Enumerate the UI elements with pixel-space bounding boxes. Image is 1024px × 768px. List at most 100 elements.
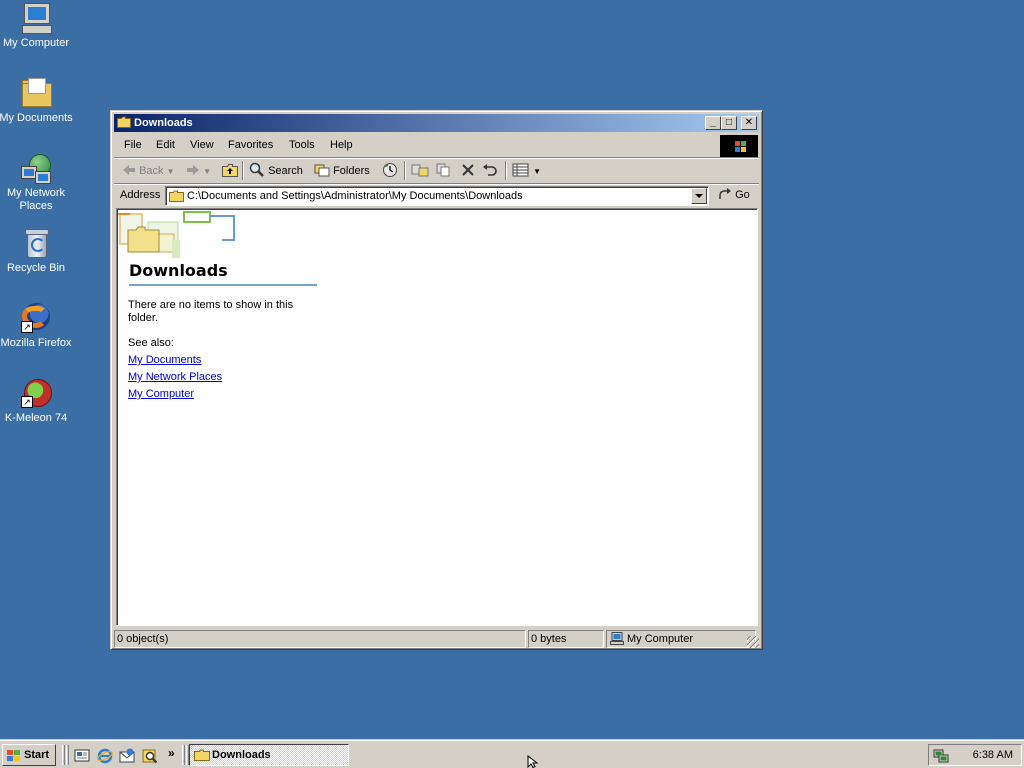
minimize-icon: _: [710, 117, 716, 128]
folders-icon: [314, 164, 330, 177]
start-label: Start: [24, 749, 50, 761]
forward-arrow-icon: [187, 165, 199, 175]
delete-button[interactable]: [461, 162, 475, 180]
folder-icon: [20, 77, 52, 109]
empty-folder-message: There are no items to show in this folde…: [128, 299, 294, 324]
quick-launch-chevron[interactable]: »: [168, 746, 175, 760]
views-icon: [512, 163, 529, 177]
system-tray: 6:38 AM: [928, 744, 1022, 766]
computer-icon: [610, 632, 624, 645]
address-value: C:\Documents and Settings\Administrator\…: [187, 190, 523, 202]
views-button[interactable]: ▼: [512, 162, 541, 180]
desktop-icon-my-computer[interactable]: My Computer: [0, 2, 74, 50]
search-icon: [249, 162, 264, 177]
address-dropdown-button[interactable]: [691, 188, 707, 204]
back-arrow-icon: [123, 165, 135, 175]
desktop-icon-k-meleon[interactable]: ↗ K-Meleon 74: [0, 377, 74, 425]
menu-tools[interactable]: Tools: [289, 139, 315, 151]
minimize-button[interactable]: _: [705, 116, 721, 130]
link-my-documents[interactable]: My Documents: [128, 354, 201, 366]
computer-icon: [20, 2, 52, 34]
recycle-bin-icon: [20, 227, 52, 259]
maximize-button[interactable]: □: [721, 116, 737, 130]
menu-help[interactable]: Help: [330, 139, 353, 151]
taskbar-button-downloads[interactable]: Downloads: [189, 744, 349, 766]
folders-button[interactable]: Folders: [314, 162, 370, 180]
link-my-network-places[interactable]: My Network Places: [128, 371, 222, 383]
folders-label: Folders: [333, 165, 370, 177]
menu-edit[interactable]: Edit: [156, 139, 175, 151]
link-my-computer[interactable]: My Computer: [128, 388, 194, 400]
folder-icon: [169, 190, 184, 202]
taskbar: Start » Downloads 6:38 AM: [0, 740, 1024, 768]
copy-to-icon: [436, 163, 450, 177]
back-button[interactable]: Back ▼: [122, 162, 175, 180]
go-label: Go: [735, 189, 750, 201]
go-arrow-icon: [719, 188, 731, 199]
copy-to-button[interactable]: [436, 162, 454, 180]
search-icon[interactable]: [142, 748, 158, 764]
search-button[interactable]: Search: [249, 162, 303, 180]
status-objects: 0 object(s): [114, 630, 526, 648]
status-size: 0 bytes: [528, 630, 604, 648]
close-button[interactable]: ✕: [741, 116, 757, 130]
delete-icon: [462, 164, 474, 176]
move-to-icon: [411, 164, 429, 177]
search-label: Search: [268, 165, 303, 177]
go-button[interactable]: Go: [718, 188, 750, 201]
explorer-window[interactable]: Downloads _ □ ✕ File Edit View Favorites…: [110, 110, 763, 650]
menu-view[interactable]: View: [190, 139, 214, 151]
desktop-icon-mozilla-firefox[interactable]: ↗ Mozilla Firefox: [0, 302, 74, 350]
desktop-icon-label: K-Meleon 74: [4, 412, 68, 424]
back-label: Back: [139, 165, 164, 177]
desktop-icon-label: Mozilla Firefox: [0, 337, 72, 349]
status-bar: 0 object(s) 0 bytes My Computer: [114, 629, 759, 648]
shortcut-arrow-icon: ↗: [21, 321, 33, 333]
history-button[interactable]: [382, 162, 398, 180]
desktop-icon-label: My Documents: [0, 112, 73, 124]
windows-logo-icon: [7, 750, 20, 761]
up-button[interactable]: [222, 162, 238, 180]
menu-file[interactable]: File: [124, 139, 142, 151]
address-bar: Address C:\Documents and Settings\Admini…: [114, 184, 759, 208]
firefox-icon: ↗: [20, 302, 52, 334]
resize-grip[interactable]: [747, 636, 759, 648]
taskbar-button-label: Downloads: [212, 749, 271, 761]
address-input[interactable]: C:\Documents and Settings\Administrator\…: [165, 186, 709, 206]
network-places-icon: [20, 152, 52, 184]
folder-banner-graphic: [118, 210, 238, 258]
desktop-icon-label: My Computer: [2, 37, 70, 49]
desktop-icon-recycle-bin[interactable]: Recycle Bin: [0, 227, 74, 275]
window-title: Downloads: [134, 117, 193, 129]
status-zone: My Computer: [606, 630, 756, 648]
clock[interactable]: 6:38 AM: [973, 749, 1013, 761]
show-desktop-icon[interactable]: [74, 748, 90, 764]
desktop-icon-label: Recycle Bin: [6, 262, 66, 274]
folder-icon: [194, 749, 210, 761]
shortcut-arrow-icon: ↗: [21, 396, 33, 408]
forward-dropdown-icon[interactable]: ▼: [203, 167, 211, 176]
close-icon: ✕: [744, 117, 754, 128]
move-to-button[interactable]: [411, 162, 429, 180]
desktop-icon-my-documents[interactable]: My Documents: [0, 77, 74, 125]
desktop-icon-label: My Network Places: [6, 187, 66, 212]
start-button[interactable]: Start: [2, 744, 56, 766]
undo-button[interactable]: [482, 162, 498, 180]
internet-explorer-icon[interactable]: [97, 748, 113, 764]
history-icon: [383, 163, 397, 177]
outlook-express-icon[interactable]: [119, 748, 135, 764]
undo-icon: [483, 164, 497, 176]
standard-toolbar: Back ▼ ▼ Search Folders ▼: [114, 158, 759, 184]
mouse-pointer-icon: [527, 755, 539, 768]
desktop-icon-my-network-places[interactable]: My Network Places: [0, 152, 74, 213]
menu-favorites[interactable]: Favorites: [228, 139, 273, 151]
status-zone-label: My Computer: [627, 633, 694, 645]
title-bar[interactable]: Downloads _ □ ✕: [114, 114, 759, 132]
folder-view[interactable]: Downloads There are no items to show in …: [116, 208, 758, 626]
back-dropdown-icon[interactable]: ▼: [167, 167, 175, 176]
folder-title: Downloads: [129, 261, 317, 286]
up-folder-icon: [222, 164, 238, 177]
network-connection-icon[interactable]: [933, 748, 949, 764]
forward-button[interactable]: ▼: [186, 162, 211, 180]
address-label: Address: [120, 189, 161, 201]
